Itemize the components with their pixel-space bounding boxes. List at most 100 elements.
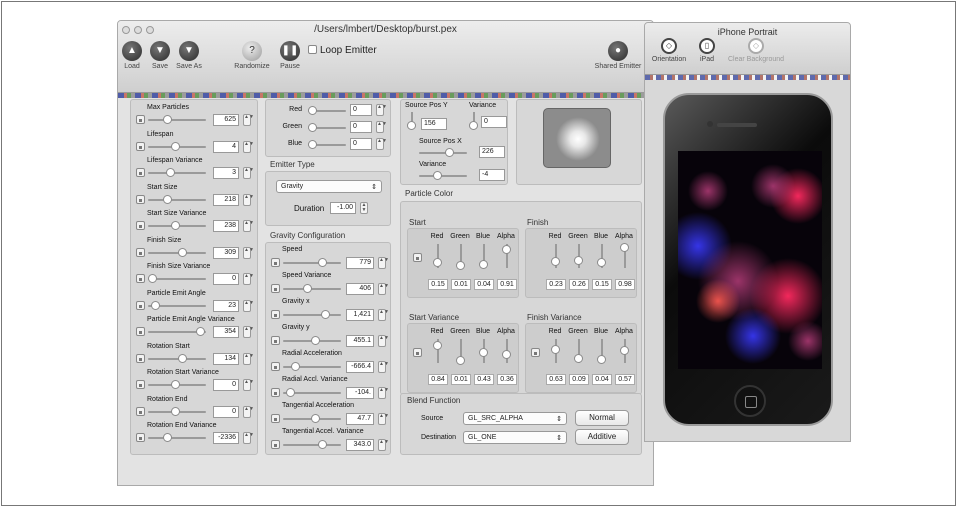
param-stepper[interactable]: ▲▼ bbox=[243, 246, 254, 259]
color-slider[interactable] bbox=[308, 123, 317, 132]
source-pos-x-variance-slider[interactable] bbox=[433, 171, 442, 180]
gravity-field[interactable]: -104. bbox=[346, 387, 374, 399]
gravity-slider[interactable] bbox=[320, 310, 330, 319]
param-field[interactable]: 4 bbox=[213, 140, 239, 153]
param-stepper[interactable]: ▲▼ bbox=[243, 193, 254, 206]
param-field[interactable]: 0 bbox=[213, 273, 239, 285]
param-slider[interactable] bbox=[150, 300, 160, 310]
param-stepper[interactable]: ▲▼ bbox=[243, 352, 254, 365]
lock-icon[interactable] bbox=[136, 380, 145, 389]
param-slider[interactable] bbox=[170, 406, 180, 416]
param-stepper[interactable]: ▲▼ bbox=[243, 273, 254, 285]
blend-source-select[interactable]: GL_SRC_ALPHA ⇕ bbox=[463, 412, 567, 425]
duration-field[interactable]: -1.00 bbox=[330, 202, 356, 214]
source-pos-x-slider[interactable] bbox=[445, 148, 454, 157]
param-field[interactable]: -2336 bbox=[213, 432, 239, 444]
param-field[interactable]: 354 bbox=[213, 326, 239, 338]
gravity-stepper[interactable]: ▲▼ bbox=[378, 257, 389, 269]
param-field[interactable]: 238 bbox=[213, 220, 239, 232]
param-field[interactable]: 0 bbox=[213, 405, 239, 418]
channel-value[interactable]: 0.84 bbox=[428, 374, 448, 385]
lock-icon[interactable] bbox=[413, 348, 422, 357]
lock-icon[interactable] bbox=[136, 353, 145, 363]
gravity-stepper[interactable]: ▲▼ bbox=[378, 387, 389, 399]
lock-icon[interactable] bbox=[136, 221, 145, 230]
lock-icon[interactable] bbox=[271, 440, 280, 449]
gravity-slider[interactable] bbox=[318, 440, 327, 449]
channel-slider[interactable] bbox=[502, 349, 511, 359]
color-field[interactable]: 0 bbox=[350, 121, 372, 133]
gravity-slider[interactable] bbox=[285, 388, 295, 397]
channel-slider[interactable] bbox=[597, 258, 606, 268]
channel-slider[interactable] bbox=[479, 348, 488, 358]
gravity-field[interactable]: 779 bbox=[346, 257, 374, 269]
param-stepper[interactable]: ▲▼ bbox=[243, 405, 254, 418]
gravity-stepper[interactable]: ▲▼ bbox=[378, 335, 389, 347]
param-slider[interactable] bbox=[170, 221, 180, 230]
lock-icon[interactable] bbox=[136, 274, 145, 283]
channel-slider[interactable] bbox=[456, 355, 465, 365]
param-stepper[interactable]: ▲▼ bbox=[243, 114, 254, 126]
home-button[interactable] bbox=[734, 385, 766, 417]
gravity-slider[interactable] bbox=[290, 362, 300, 371]
emitter-type-select[interactable]: Gravity ⇕ bbox=[276, 180, 382, 193]
lock-icon[interactable] bbox=[136, 194, 145, 204]
param-field[interactable]: 625 bbox=[213, 114, 239, 126]
ipad-button[interactable]: ▯ iPad bbox=[697, 38, 717, 63]
source-pos-x-variance-field[interactable]: -4 bbox=[479, 169, 505, 181]
param-slider[interactable] bbox=[163, 194, 172, 204]
channel-value[interactable]: 0.36 bbox=[497, 374, 517, 385]
source-pos-x-field[interactable]: 226 bbox=[479, 146, 505, 158]
lock-icon[interactable] bbox=[271, 362, 280, 371]
param-field[interactable]: 0 bbox=[213, 379, 239, 391]
lock-icon[interactable] bbox=[136, 141, 145, 151]
lock-icon[interactable] bbox=[136, 406, 145, 416]
channel-value[interactable]: 0.43 bbox=[474, 374, 494, 385]
param-stepper[interactable]: ▲▼ bbox=[243, 167, 254, 179]
clear-background-button[interactable]: ◇ Clear Background bbox=[725, 38, 787, 63]
gravity-slider[interactable] bbox=[318, 258, 327, 267]
channel-slider[interactable] bbox=[551, 256, 560, 266]
lock-icon[interactable] bbox=[271, 258, 280, 267]
param-slider[interactable] bbox=[148, 274, 157, 283]
particle-preview-canvas[interactable] bbox=[678, 151, 822, 369]
param-slider[interactable] bbox=[170, 380, 180, 389]
channel-slider[interactable] bbox=[433, 340, 442, 350]
gravity-stepper[interactable]: ▲▼ bbox=[378, 413, 389, 425]
gravity-stepper[interactable]: ▲▼ bbox=[378, 439, 389, 451]
lock-icon[interactable] bbox=[271, 388, 280, 397]
gravity-field[interactable]: 455.1 bbox=[346, 335, 374, 347]
gravity-field[interactable]: 406 bbox=[346, 283, 374, 295]
texture-well[interactable] bbox=[543, 108, 611, 168]
param-field[interactable]: 23 bbox=[213, 299, 239, 312]
save-button[interactable]: ▼ Save bbox=[149, 41, 171, 70]
channel-value[interactable]: 0.09 bbox=[569, 374, 589, 385]
gravity-slider[interactable] bbox=[303, 284, 312, 293]
color-stepper[interactable]: ▲▼ bbox=[376, 138, 387, 150]
channel-slider[interactable] bbox=[574, 354, 583, 364]
channel-value[interactable]: 0.04 bbox=[474, 279, 494, 290]
param-slider[interactable] bbox=[178, 247, 187, 257]
gravity-field[interactable]: -666.4 bbox=[346, 361, 374, 373]
source-pos-y-variance-slider[interactable] bbox=[469, 121, 478, 130]
lock-icon[interactable] bbox=[136, 300, 145, 310]
gravity-slider[interactable] bbox=[310, 336, 320, 345]
normal-blend-button[interactable]: Normal bbox=[575, 410, 629, 426]
channel-slider[interactable] bbox=[433, 258, 442, 268]
gravity-field[interactable]: 1,421 bbox=[346, 309, 374, 321]
source-pos-y-slider[interactable] bbox=[407, 121, 416, 130]
channel-value[interactable]: 0.23 bbox=[546, 279, 566, 290]
color-stepper[interactable]: ▲▼ bbox=[376, 104, 387, 116]
channel-value[interactable]: 0.04 bbox=[592, 374, 612, 385]
lock-icon[interactable] bbox=[271, 284, 280, 293]
channel-value[interactable]: 0.15 bbox=[428, 279, 448, 290]
param-slider[interactable] bbox=[195, 327, 205, 336]
lock-icon[interactable] bbox=[531, 348, 540, 357]
lock-icon[interactable] bbox=[271, 336, 280, 345]
param-field[interactable]: 309 bbox=[213, 246, 239, 259]
param-stepper[interactable]: ▲▼ bbox=[243, 379, 254, 391]
channel-value[interactable]: 0.91 bbox=[497, 279, 517, 290]
blend-destination-select[interactable]: GL_ONE ⇕ bbox=[463, 431, 567, 444]
color-slider[interactable] bbox=[308, 140, 317, 149]
channel-value[interactable]: 0.01 bbox=[451, 279, 471, 290]
